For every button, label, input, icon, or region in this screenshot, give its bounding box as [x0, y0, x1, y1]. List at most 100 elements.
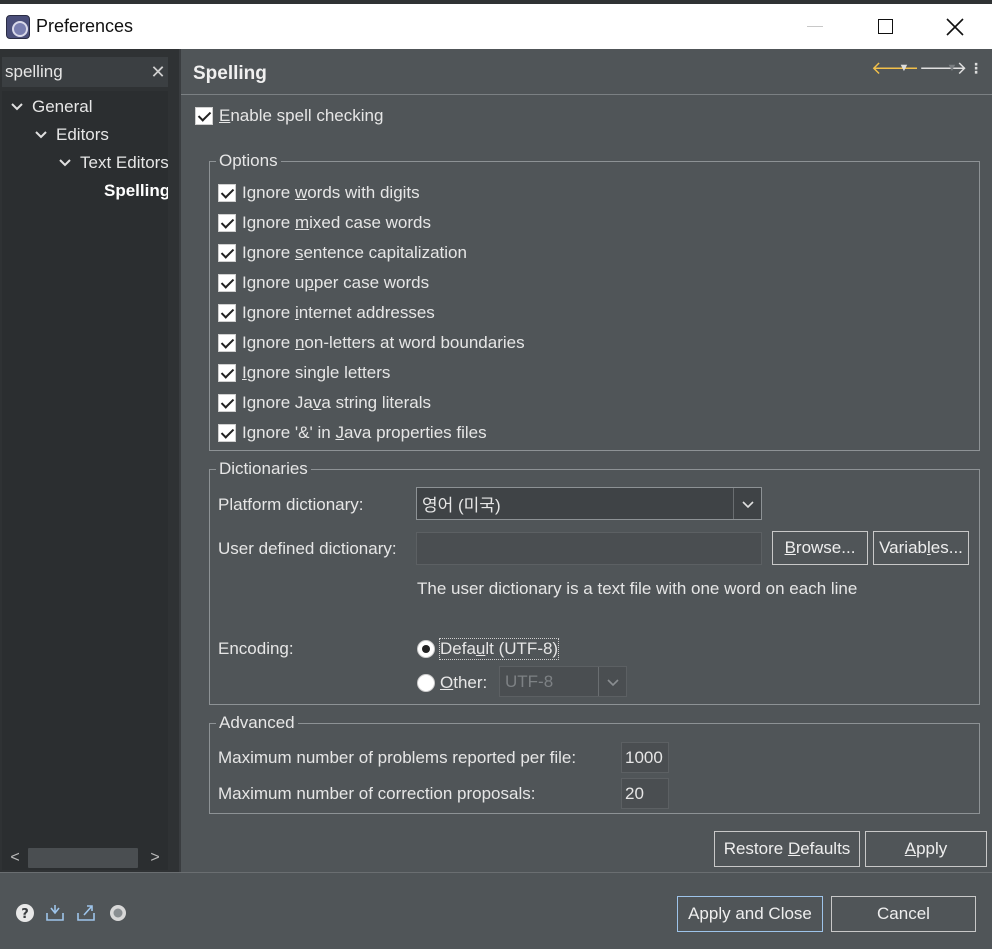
- page-title: Spelling: [193, 63, 267, 84]
- encoding-label: Encoding:: [218, 639, 294, 658]
- close-icon: [946, 17, 964, 36]
- page-header: Spelling 🡐 ▼ 🡒 ▼ ⋮: [181, 49, 992, 95]
- user-dictionary-label: User defined dictionary:: [218, 539, 397, 558]
- tree-item-label: Spelling: [104, 181, 168, 200]
- dictionaries-group-title: Dictionaries: [216, 458, 311, 480]
- checkbox-label: Ignore sentence capitalization: [242, 243, 467, 262]
- back-arrow-icon[interactable]: 🡐: [871, 59, 919, 77]
- platform-dictionary-select[interactable]: 영어 (미국): [416, 487, 762, 520]
- tree-item-spelling[interactable]: Spelling: [104, 177, 168, 205]
- encoding-other-radio[interactable]: Other:: [417, 670, 487, 696]
- scroll-right-icon[interactable]: >: [142, 846, 168, 870]
- close-button[interactable]: [920, 4, 990, 49]
- scroll-thumb[interactable]: [28, 848, 138, 868]
- ignore-single-letters-checkbox[interactable]: Ignore single letters: [218, 360, 390, 386]
- browse-button[interactable]: Browse...: [772, 531, 868, 565]
- checkbox-checked-icon[interactable]: [218, 304, 236, 322]
- ignore-internet-addresses-checkbox[interactable]: Ignore internet addresses: [218, 300, 435, 326]
- chevron-down-icon: [598, 667, 626, 696]
- title-bar: Preferences: [0, 4, 992, 49]
- user-dictionary-hint: The user dictionary is a text file with …: [417, 579, 858, 598]
- max-problems-label: Maximum number of problems reported per …: [218, 748, 577, 767]
- restore-defaults-button[interactable]: Restore Defaults: [714, 831, 860, 867]
- checkbox-label: Ignore internet addresses: [242, 303, 435, 322]
- encoding-other-value: UTF-8: [505, 671, 554, 691]
- advanced-group-title: Advanced: [216, 712, 298, 734]
- minimize-button[interactable]: [780, 4, 850, 49]
- checkbox-checked-icon[interactable]: [195, 107, 213, 125]
- tree-item-label: General: [32, 97, 93, 116]
- checkbox-checked-icon[interactable]: [218, 424, 236, 442]
- max-problems-input[interactable]: 1000: [621, 742, 669, 773]
- checkbox-checked-icon[interactable]: [218, 184, 236, 202]
- checkbox-checked-icon[interactable]: [218, 244, 236, 262]
- platform-dictionary-value: 영어 (미국): [422, 496, 501, 515]
- view-menu-icon[interactable]: ⋮: [967, 59, 985, 77]
- radio-label: Default (UTF-8): [438, 638, 560, 660]
- maximize-icon: [877, 19, 893, 34]
- import-icon[interactable]: [45, 903, 65, 923]
- checkbox-checked-icon[interactable]: [218, 394, 236, 412]
- filter-input[interactable]: [5, 60, 145, 84]
- back-history-dropdown-icon[interactable]: ▼: [895, 59, 913, 77]
- ignore-ampersand-java-properties-checkbox[interactable]: Ignore '&' in Java properties files: [218, 420, 487, 446]
- help-icon[interactable]: ?: [15, 903, 35, 923]
- minimize-icon: [807, 26, 823, 27]
- checkbox-label: Ignore non-letters at word boundaries: [242, 333, 525, 352]
- ignore-java-string-literals-checkbox[interactable]: Ignore Java string literals: [218, 390, 431, 416]
- ignore-upper-case-words-checkbox[interactable]: Ignore upper case words: [218, 270, 429, 296]
- chevron-down-icon[interactable]: [8, 98, 26, 116]
- maximize-button[interactable]: [850, 4, 920, 49]
- filter-box: ✕: [2, 57, 168, 87]
- radio-label: Other:: [440, 673, 488, 692]
- chevron-down-icon[interactable]: [32, 126, 50, 144]
- ignore-words-with-digits-checkbox[interactable]: Ignore words with digits: [218, 180, 420, 206]
- checkbox-label: Ignore upper case words: [242, 273, 430, 292]
- user-dictionary-input[interactable]: [416, 532, 762, 565]
- export-icon[interactable]: [76, 903, 96, 923]
- tree-item-editors[interactable]: Editors: [32, 121, 109, 149]
- apply-and-close-button[interactable]: Apply and Close: [677, 896, 823, 932]
- checkbox-label: Ignore words with digits: [242, 183, 420, 202]
- tree-item-text-editors[interactable]: Text Editors: [56, 149, 168, 177]
- checkbox-label: Ignore mixed case words: [242, 213, 431, 232]
- radio-unselected-icon[interactable]: [417, 674, 435, 692]
- checkbox-checked-icon[interactable]: [218, 274, 236, 292]
- tree-item-label: Editors: [56, 125, 109, 144]
- preference-page: Spelling 🡐 ▼ 🡒 ▼ ⋮ Enable spell checking…: [179, 49, 992, 872]
- oomph-settings-icon[interactable]: [108, 903, 128, 923]
- bottom-bar: ? Apply and Close Cancel: [0, 872, 992, 949]
- eclipse-app-icon: [6, 14, 30, 39]
- window-title: Preferences: [36, 16, 134, 36]
- tree-item-label: Text Editors: [80, 153, 168, 172]
- enable-spell-checking-checkbox[interactable]: Enable spell checking: [195, 103, 383, 129]
- checkbox-checked-icon[interactable]: [218, 364, 236, 382]
- checkbox-label: Ignore single letters: [242, 363, 391, 382]
- checkbox-label: Ignore '&' in Java properties files: [242, 423, 487, 442]
- radio-selected-icon[interactable]: [417, 640, 435, 658]
- scroll-left-icon[interactable]: <: [2, 846, 28, 870]
- options-group-title: Options: [216, 150, 281, 172]
- variables-button[interactable]: Variables...: [873, 531, 969, 565]
- checkbox-checked-icon[interactable]: [218, 214, 236, 232]
- apply-button[interactable]: Apply: [865, 831, 987, 867]
- checkbox-label: Enable spell checking: [219, 106, 384, 125]
- page-nav-tools: 🡐 ▼ 🡒 ▼ ⋮: [871, 59, 985, 77]
- ignore-mixed-case-words-checkbox[interactable]: Ignore mixed case words: [218, 210, 431, 236]
- ignore-non-letters-checkbox[interactable]: Ignore non-letters at word boundaries: [218, 330, 525, 356]
- max-proposals-label: Maximum number of correction proposals:: [218, 784, 536, 803]
- encoding-other-select: UTF-8: [499, 666, 627, 697]
- chevron-down-icon[interactable]: [56, 154, 74, 172]
- tree-item-general[interactable]: General: [8, 93, 92, 121]
- ignore-sentence-capitalization-checkbox[interactable]: Ignore sentence capitalization: [218, 240, 467, 266]
- encoding-default-radio[interactable]: Default (UTF-8): [417, 636, 560, 662]
- checkbox-checked-icon[interactable]: [218, 334, 236, 352]
- cancel-button[interactable]: Cancel: [831, 896, 976, 932]
- checkbox-label: Ignore Java string literals: [242, 393, 431, 412]
- clear-filter-icon[interactable]: ✕: [149, 62, 167, 82]
- max-proposals-input[interactable]: 20: [621, 778, 669, 809]
- forward-arrow-icon[interactable]: 🡒: [919, 59, 967, 77]
- platform-dictionary-label: Platform dictionary:: [218, 495, 364, 514]
- horizontal-scrollbar[interactable]: < >: [2, 846, 168, 870]
- chevron-down-icon[interactable]: [733, 488, 761, 519]
